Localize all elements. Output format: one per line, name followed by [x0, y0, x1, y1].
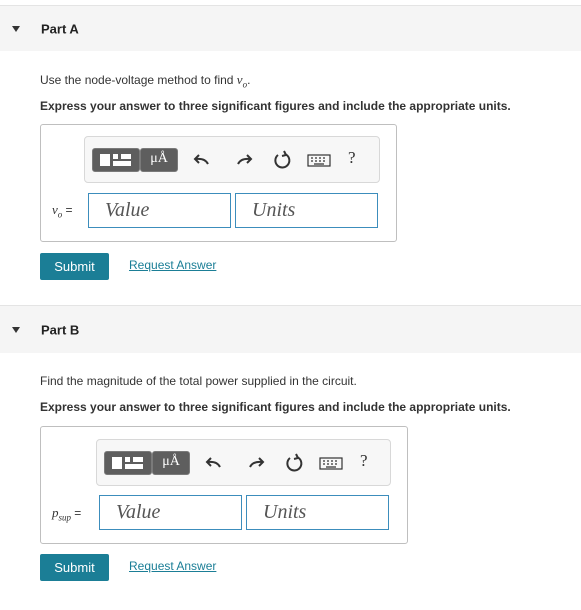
- part-a-title: Part A: [41, 21, 79, 36]
- part-a-instruction: Use the node-voltage method to find vo.: [40, 72, 251, 90]
- part-b-variable-label: psup =: [52, 505, 82, 523]
- units-icon: μÅ: [162, 454, 180, 469]
- collapse-arrow-icon[interactable]: [12, 326, 20, 333]
- help-icon[interactable]: ?: [348, 148, 356, 168]
- part-b-answer-box: μÅ ? psup = Value Units: [40, 426, 408, 544]
- templates-button[interactable]: [92, 148, 140, 172]
- templates-icon: [100, 154, 131, 166]
- part-b-request-answer-link[interactable]: Request Answer: [129, 559, 216, 573]
- part-b-title: Part B: [41, 322, 80, 337]
- units-button[interactable]: μÅ: [140, 148, 178, 172]
- part-a-express: Express your answer to three significant…: [40, 99, 511, 113]
- units-icon: μÅ: [150, 151, 168, 166]
- help-icon[interactable]: ?: [360, 451, 368, 471]
- part-a-request-answer-link[interactable]: Request Answer: [129, 258, 216, 272]
- part-a-submit-button[interactable]: Submit: [40, 253, 109, 280]
- part-b-units-input[interactable]: Units: [246, 495, 389, 530]
- part-a-variable-label: vo =: [52, 202, 73, 220]
- undo-icon[interactable]: [205, 453, 225, 473]
- part-a-units-input[interactable]: Units: [235, 193, 378, 228]
- redo-icon[interactable]: [233, 150, 253, 170]
- redo-icon[interactable]: [245, 453, 265, 473]
- part-b-instruction: Find the magnitude of the total power su…: [40, 374, 357, 388]
- undo-icon[interactable]: [193, 150, 213, 170]
- templates-icon: [112, 457, 143, 469]
- part-a-value-input[interactable]: Value: [88, 193, 231, 228]
- part-b-value-input[interactable]: Value: [99, 495, 242, 530]
- part-b-submit-button[interactable]: Submit: [40, 554, 109, 581]
- part-a-toolbar: μÅ ?: [84, 136, 380, 183]
- keyboard-icon[interactable]: [318, 453, 344, 473]
- part-a-header[interactable]: Part A: [0, 5, 581, 51]
- part-b-express: Express your answer to three significant…: [40, 400, 511, 414]
- part-b-toolbar: μÅ ?: [96, 439, 391, 486]
- reset-icon[interactable]: [272, 150, 292, 170]
- part-a-answer-box: μÅ ? vo = Value Units: [40, 124, 397, 242]
- templates-button[interactable]: [104, 451, 152, 475]
- reset-icon[interactable]: [284, 453, 304, 473]
- keyboard-icon[interactable]: [306, 150, 332, 170]
- part-b-header[interactable]: Part B: [0, 305, 581, 353]
- collapse-arrow-icon[interactable]: [12, 25, 20, 32]
- units-button[interactable]: μÅ: [152, 451, 190, 475]
